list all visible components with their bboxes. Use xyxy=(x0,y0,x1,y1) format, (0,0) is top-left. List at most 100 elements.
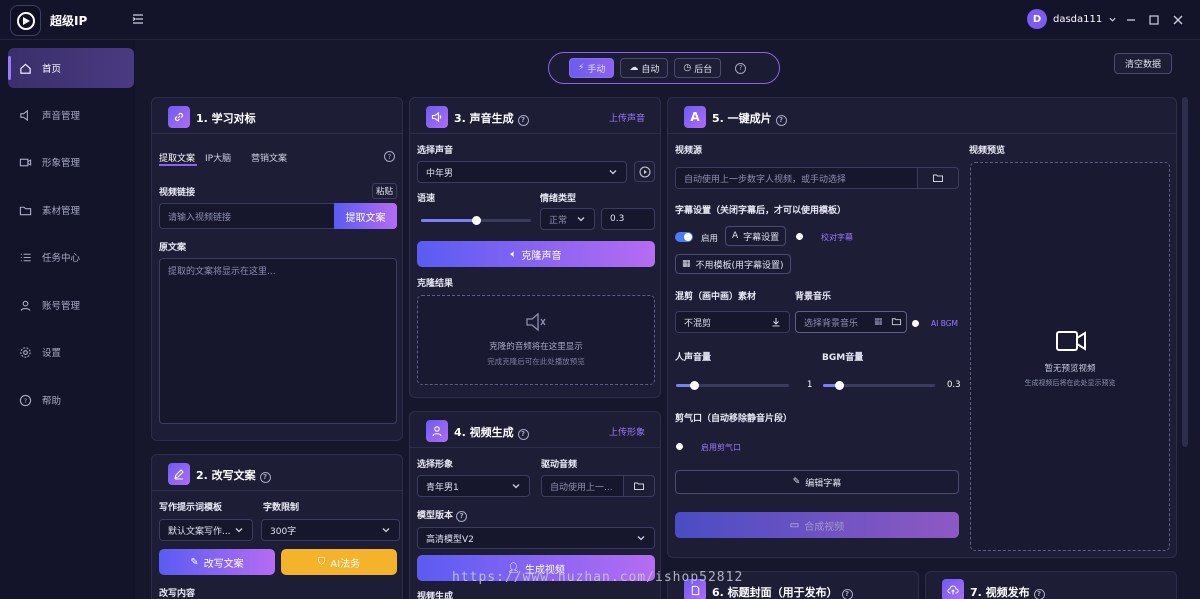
menu-collapse-icon[interactable] xyxy=(131,12,145,26)
bgm-volume-slider[interactable] xyxy=(823,381,935,390)
folder-icon[interactable] xyxy=(891,316,902,330)
speed-slider[interactable] xyxy=(421,216,531,225)
tab-ip-brain[interactable]: IP大脑 xyxy=(205,151,231,164)
source-text-label: 原文案 xyxy=(159,243,187,253)
speed-label: 语速 xyxy=(417,194,436,204)
clone-result-area: 克隆的音频将在这里显示 完成克隆后可在此处播放预览 xyxy=(417,295,655,385)
minimize-icon[interactable] xyxy=(1124,13,1138,27)
panel-title: 5. 一键成片 ? xyxy=(712,110,787,126)
breath-cut-label: 剪气口（自动移除静音片段） xyxy=(675,414,793,424)
help-icon[interactable]: ? xyxy=(384,151,395,162)
sidebar-item-material[interactable]: 素材管理 xyxy=(8,190,134,230)
mode-manual-button[interactable]: ⚡ 手动 xyxy=(569,58,615,78)
slider-handle[interactable] xyxy=(835,381,845,390)
help-icon[interactable]: ? xyxy=(456,510,468,522)
driving-audio-input[interactable]: 自动使用上一... xyxy=(541,475,624,497)
tab-extract[interactable]: 提取文案 xyxy=(159,151,195,164)
speaker-icon xyxy=(18,108,32,122)
play-button[interactable] xyxy=(634,161,655,182)
extract-text-button[interactable]: 提取文案 xyxy=(334,203,397,229)
template-label: 写作提示词模板 xyxy=(159,503,223,513)
upload-voice-link[interactable]: 上传声音 xyxy=(609,111,645,124)
sidebar-item-avatar[interactable]: 形象管理 xyxy=(8,142,134,182)
home-icon xyxy=(18,61,32,75)
bgm-input[interactable]: 选择背景音乐 ▦ xyxy=(795,311,907,333)
slider-handle[interactable] xyxy=(689,381,699,390)
video-link-input[interactable]: 请输入视频链接 xyxy=(159,203,335,229)
emotion-select[interactable]: 正常 xyxy=(540,208,595,230)
avatar-select[interactable]: 青年男1 xyxy=(417,475,530,497)
grid-icon[interactable]: ▦ xyxy=(874,317,883,327)
upload-avatar-link[interactable]: 上传形象 xyxy=(609,425,645,438)
sidebar-item-voice[interactable]: 声音管理 xyxy=(8,95,134,135)
template-select[interactable]: 默认文案写作... xyxy=(159,519,253,541)
subtitle-settings-button[interactable]: A 字幕设置 xyxy=(725,226,787,246)
mode-background-button[interactable]: ◷ 后台 xyxy=(674,58,722,78)
close-icon[interactable] xyxy=(1171,13,1185,27)
sidebar-item-tasks[interactable]: 任务中心 xyxy=(8,237,134,277)
panel-title: 6. 标题封面（用于发布） ? xyxy=(712,584,853,599)
ai-bgm-label: AI BGM xyxy=(931,319,959,328)
voice-volume-slider[interactable] xyxy=(676,381,789,390)
breath-cut-radio[interactable] xyxy=(676,443,683,450)
clear-data-button[interactable]: 清空数据 xyxy=(1114,53,1172,74)
slider-handle[interactable] xyxy=(471,216,481,225)
mode-auto-button[interactable]: ☁ 自动 xyxy=(620,58,669,78)
ai-bgm-radio[interactable] xyxy=(912,320,919,327)
help-icon[interactable]: ? xyxy=(735,62,747,74)
sidebar-item-home[interactable]: 首页 xyxy=(8,48,134,88)
chevron-down-icon xyxy=(1109,17,1116,22)
paste-button[interactable]: 粘贴 xyxy=(372,183,398,199)
sidebar-item-account[interactable]: 账号管理 xyxy=(8,285,134,325)
help-icon[interactable]: ? xyxy=(775,114,787,126)
text-a-icon: A xyxy=(684,106,706,128)
source-text-area[interactable]: 提取的文案将显示在这里... xyxy=(159,258,397,424)
help-icon[interactable]: ? xyxy=(1033,588,1045,599)
svg-text:?: ? xyxy=(23,396,26,404)
help-icon[interactable]: ? xyxy=(841,588,853,599)
video-preview-area: 暂无预览视频 生成视频后将在此处显示预览 xyxy=(970,162,1170,551)
select-voice-label: 选择声音 xyxy=(417,146,454,156)
edit-subtitle-button[interactable]: ✎ 编辑字幕 xyxy=(675,470,959,494)
help-icon: ? xyxy=(18,393,32,407)
proofread-radio[interactable] xyxy=(796,233,803,240)
compose-video-button[interactable]: ▭ 合成视频 xyxy=(675,512,959,538)
rewrite-button[interactable]: ✎ 改写文案 xyxy=(159,549,275,575)
scrollbar[interactable] xyxy=(1182,97,1188,447)
app-title: 超级IP xyxy=(50,14,88,28)
tab-marketing[interactable]: 营销文案 xyxy=(251,151,287,164)
edit-icon: ✎ xyxy=(190,556,199,568)
ai-legal-button[interactable]: ⛉ AI法务 xyxy=(281,549,397,575)
mix-material-select[interactable]: 不混剪 xyxy=(675,311,790,333)
maximize-icon[interactable] xyxy=(1147,13,1161,27)
chevron-down-icon xyxy=(512,484,520,489)
browse-video-button[interactable] xyxy=(917,167,959,189)
driving-audio-label: 驱动音频 xyxy=(541,460,578,470)
emotion-intensity-input[interactable]: 0.3 xyxy=(601,208,655,230)
word-limit-select[interactable]: 300字 xyxy=(261,519,400,541)
model-select[interactable]: 高清模型V2 xyxy=(417,527,655,549)
video-camera-icon xyxy=(1056,331,1086,351)
sidebar-item-settings[interactable]: 设置 xyxy=(8,332,134,372)
model-version-label: 模型版本 ? xyxy=(417,508,468,522)
voice-select[interactable]: 中年男 xyxy=(417,161,627,183)
subtitle-toggle[interactable] xyxy=(675,232,693,242)
panel-publish: 7. 视频发布 ? xyxy=(925,571,1177,599)
rewrite-content-label: 改写内容 xyxy=(159,589,196,599)
no-template-button[interactable]: ▦ 不用模板(用字幕设置) xyxy=(675,254,791,274)
help-icon[interactable]: ? xyxy=(517,428,529,440)
browse-audio-button[interactable] xyxy=(623,475,655,497)
proofread-subtitle-link[interactable]: 校对字幕 xyxy=(821,232,853,243)
help-icon[interactable]: ? xyxy=(259,471,271,483)
help-icon[interactable]: ? xyxy=(517,114,529,126)
user-menu[interactable]: D dasda111 xyxy=(1027,9,1117,29)
clone-voice-button[interactable]: 🔈︎ 克隆声音 xyxy=(417,241,655,267)
avatar: D xyxy=(1027,9,1047,29)
speaker-icon xyxy=(426,106,448,128)
upload-cloud-icon xyxy=(942,579,964,599)
breath-cut-toggle-label[interactable]: 启用剪气口 xyxy=(701,442,741,453)
user-name: dasda111 xyxy=(1053,13,1103,25)
panel-rewrite: 2. 改写文案 ? 写作提示词模板 默认文案写作... 字数限制 300字 ✎ 改… xyxy=(151,454,403,599)
video-source-input[interactable]: 自动使用上一步数字人视频，或手动选择 xyxy=(675,167,918,189)
sidebar-item-help[interactable]: ? 帮助 xyxy=(8,380,134,420)
